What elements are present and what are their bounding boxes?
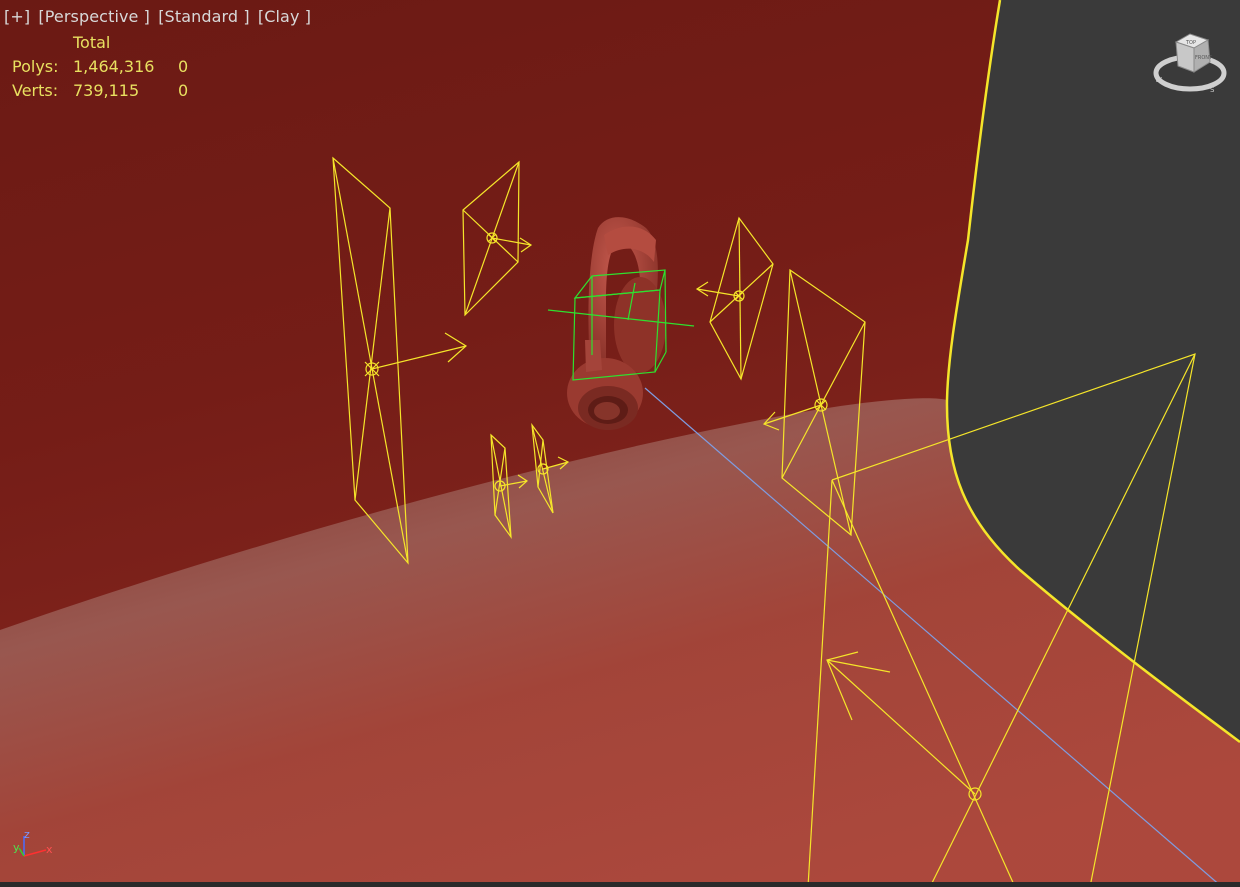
stats-polys-total: 1,464,316 [73, 57, 155, 76]
stats-header-total: Total [73, 33, 111, 52]
perspective-viewport[interactable]: [+] [Perspective ] [Standard ] [Clay ] T… [0, 0, 1240, 887]
stats-verts-label: Verts: [12, 81, 59, 100]
viewcube-compass-s: S [1210, 86, 1215, 94]
axis-y-label: y [13, 841, 20, 854]
viewport-bottom-edge [0, 882, 1240, 887]
viewport-label-menu: [+] [Perspective ] [Standard ] [Clay ] [4, 7, 314, 26]
scene-canvas[interactable] [0, 0, 1240, 887]
stats-verts-selected: 0 [178, 81, 189, 100]
viewcube-front-label: FRONT [1195, 55, 1213, 61]
axis-x-label: x [46, 843, 53, 856]
viewport-standard-menu[interactable]: [Standard ] [158, 7, 249, 26]
viewport-shading-menu[interactable]: [Clay ] [258, 7, 311, 26]
viewport-general-menu[interactable]: [+] [4, 7, 30, 26]
stats-verts-total: 739,115 [73, 81, 140, 100]
viewport-point-of-view-menu[interactable]: [Perspective ] [38, 7, 150, 26]
stats-polys-selected: 0 [178, 57, 189, 76]
viewcube[interactable]: TOP FRONT W S [1152, 28, 1230, 98]
viewcube-compass-w: W [1155, 76, 1162, 84]
axis-tripod-icon: z y x [10, 826, 60, 866]
axis-z-label: z [24, 828, 30, 841]
stats-polys-label: Polys: [12, 57, 59, 76]
viewcube-top-label: TOP [1185, 40, 1196, 46]
